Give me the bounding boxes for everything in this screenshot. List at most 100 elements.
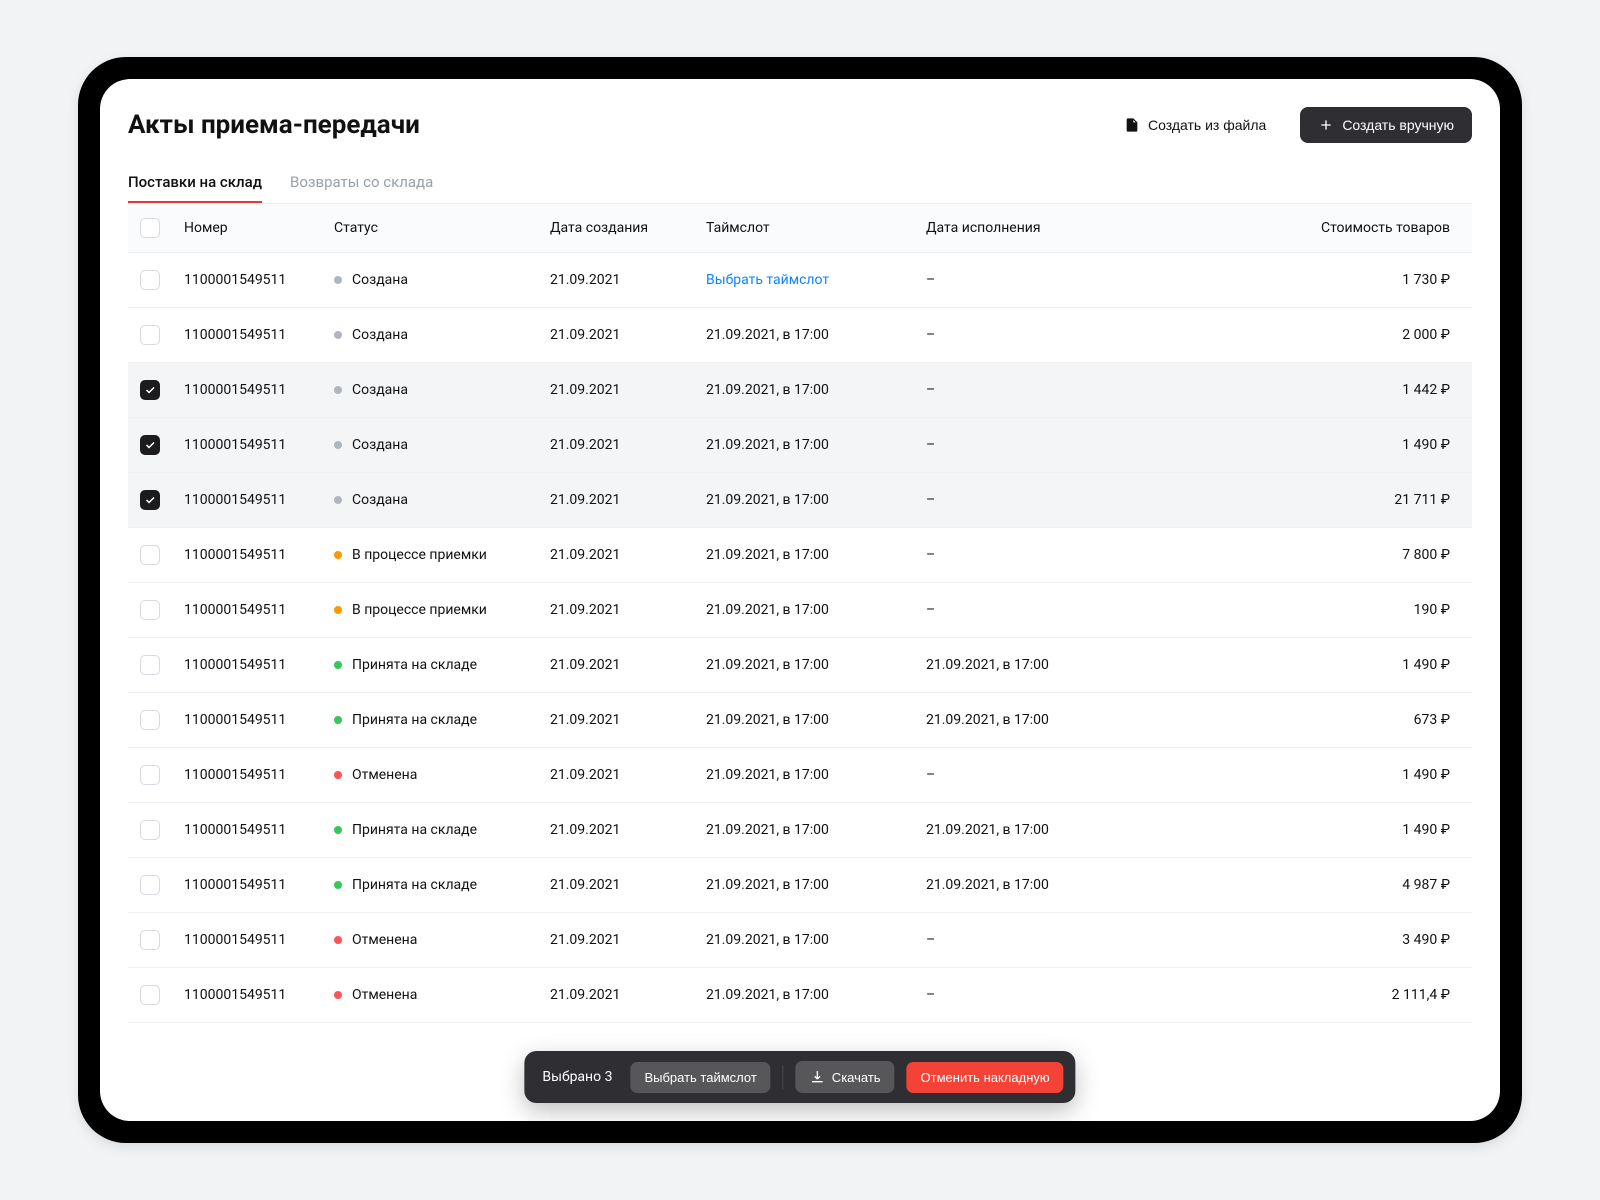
cell-price: 1 490 ₽ <box>1226 437 1460 453</box>
cell-exec: – <box>926 602 1226 618</box>
status-dot-icon <box>334 936 342 944</box>
cell-exec: 21.09.2021, в 17:00 <box>926 657 1226 673</box>
table-row[interactable]: 1100001549511Отменена21.09.202121.09.202… <box>128 748 1472 803</box>
cell-slot: 21.09.2021, в 17:00 <box>706 547 926 563</box>
table-row[interactable]: 1100001549511Создана21.09.202121.09.2021… <box>128 308 1472 363</box>
status-label: Создана <box>352 437 408 453</box>
cell-slot: 21.09.2021, в 17:00 <box>706 712 926 728</box>
cell-created: 21.09.2021 <box>550 987 706 1003</box>
status-dot-icon <box>334 716 342 724</box>
table-row[interactable]: 1100001549511Создана21.09.2021Выбрать та… <box>128 253 1472 308</box>
status-label: Отменена <box>352 987 417 1003</box>
cell-price: 1 442 ₽ <box>1226 382 1460 398</box>
cell-status: Принята на складе <box>334 877 550 893</box>
row-checkbox[interactable] <box>140 875 160 895</box>
plus-icon <box>1318 117 1334 133</box>
cell-created: 21.09.2021 <box>550 492 706 508</box>
status-label: Создана <box>352 382 408 398</box>
choose-slot-link[interactable]: Выбрать таймслот <box>706 272 829 288</box>
status-label: Отменена <box>352 932 417 948</box>
row-checkbox[interactable] <box>140 325 160 345</box>
cell-status: В процессе приемки <box>334 547 550 563</box>
cell-price: 21 711 ₽ <box>1226 492 1460 508</box>
status-dot-icon <box>334 606 342 614</box>
row-checkbox[interactable] <box>140 545 160 565</box>
file-icon <box>1124 117 1140 133</box>
table-row[interactable]: 1100001549511Создана21.09.202121.09.2021… <box>128 418 1472 473</box>
cell-slot: 21.09.2021, в 17:00 <box>706 327 926 343</box>
table-row[interactable]: 1100001549511Принята на складе21.09.2021… <box>128 693 1472 748</box>
cell-status: Принята на складе <box>334 712 550 728</box>
cell-number: 1100001549511 <box>184 437 334 453</box>
row-checkbox[interactable] <box>140 655 160 675</box>
cell-created: 21.09.2021 <box>550 932 706 948</box>
cell-number: 1100001549511 <box>184 382 334 398</box>
table-row[interactable]: 1100001549511В процессе приемки 21.09.202… <box>128 528 1472 583</box>
cell-slot: 21.09.2021, в 17:00 <box>706 932 926 948</box>
status-dot-icon <box>334 276 342 284</box>
row-checkbox[interactable] <box>140 930 160 950</box>
status-label: Создана <box>352 327 408 343</box>
cell-price: 1 730 ₽ <box>1226 272 1460 288</box>
cell-number: 1100001549511 <box>184 822 334 838</box>
table-row[interactable]: 1100001549511 Принята на складе 21.09.2021… <box>128 803 1472 858</box>
status-dot-icon <box>334 331 342 339</box>
tab-0[interactable]: Поставки на склад <box>128 163 262 203</box>
row-checkbox[interactable] <box>140 985 160 1005</box>
col-header-status: Статус <box>334 220 550 236</box>
cell-created: 21.09.2021 <box>550 822 706 838</box>
row-checkbox[interactable] <box>140 435 160 455</box>
selection-count: Выбрано 3 <box>536 1069 618 1085</box>
cell-price: 3 490 ₽ <box>1226 932 1460 948</box>
cell-created: 21.09.2021 <box>550 272 706 288</box>
cell-number: 1100001549511 <box>184 987 334 1003</box>
table-row[interactable]: 1100001549511 Отменена 21.09.202121.09.202… <box>128 968 1472 1023</box>
create-manual-button[interactable]: Создать вручную <box>1300 107 1472 143</box>
cell-exec: – <box>926 767 1226 783</box>
row-checkbox[interactable] <box>140 710 160 730</box>
select-all-checkbox[interactable] <box>140 218 160 238</box>
cell-slot: 21.09.2021, в 17:00 <box>706 987 926 1003</box>
toolbar-choose-slot-button[interactable]: Выбрать таймслот <box>630 1062 770 1093</box>
cell-price: 1 490 ₽ <box>1226 822 1460 838</box>
create-from-file-label: Создать из файла <box>1148 117 1266 133</box>
cell-created: 21.09.2021 <box>550 767 706 783</box>
row-checkbox[interactable] <box>140 820 160 840</box>
row-checkbox[interactable] <box>140 600 160 620</box>
table-row[interactable]: 1100001549511Принята на складе21.09.2021… <box>128 638 1472 693</box>
table-row[interactable]: 1100001549511Создана21.09.202121.09.2021… <box>128 363 1472 418</box>
cell-slot: 21.09.2021, в 17:00 <box>706 437 926 453</box>
status-label: Принята на складе <box>352 822 477 838</box>
cell-slot: 21.09.2021, в 17:00 <box>706 877 926 893</box>
device-frame: Акты приема-передачи Создать из файла Со… <box>78 57 1522 1143</box>
status-dot-icon <box>334 551 342 559</box>
status-label: Принята на складе <box>352 712 477 728</box>
toolbar-cancel-button[interactable]: Отменить накладную <box>907 1062 1064 1093</box>
row-checkbox[interactable] <box>140 380 160 400</box>
row-checkbox[interactable] <box>140 765 160 785</box>
table-row[interactable]: 1100001549511Отменена21.09.202121.09.202… <box>128 913 1472 968</box>
toolbar-separator <box>783 1065 784 1089</box>
tab-1[interactable]: Возвраты со склада <box>290 163 433 203</box>
cell-created: 21.09.2021 <box>550 327 706 343</box>
tabs: Поставки на склад Возвраты со склада <box>128 163 1472 204</box>
row-checkbox[interactable] <box>140 490 160 510</box>
page-title: Акты приема-передачи <box>128 110 420 140</box>
status-label: Принята на складе <box>352 657 477 673</box>
create-from-file-button[interactable]: Создать из файла <box>1106 107 1284 143</box>
cell-created: 21.09.2021 <box>550 712 706 728</box>
table-row[interactable]: 1100001549511Принята на складе21.09.2021… <box>128 858 1472 913</box>
cell-slot[interactable]: Выбрать таймслот <box>706 272 926 288</box>
cell-price: 7 800 ₽ <box>1226 547 1460 563</box>
cell-slot: 21.09.2021, в 17:00 <box>706 767 926 783</box>
table-row[interactable]: 1100001549511Создана21.09.202121.09.2021… <box>128 473 1472 528</box>
col-header-price: Стоимость товаров <box>1226 220 1460 236</box>
status-dot-icon <box>334 496 342 504</box>
status-label: Отменена <box>352 767 417 783</box>
toolbar-download-button[interactable]: Скачать <box>796 1061 895 1093</box>
row-checkbox[interactable] <box>140 270 160 290</box>
cell-number: 1100001549511 <box>184 547 334 563</box>
cell-status: В процессе приемки <box>334 602 550 618</box>
table-row[interactable]: 1100001549511В процессе приемки21.09.202… <box>128 583 1472 638</box>
cell-slot: 21.09.2021, в 17:00 <box>706 492 926 508</box>
